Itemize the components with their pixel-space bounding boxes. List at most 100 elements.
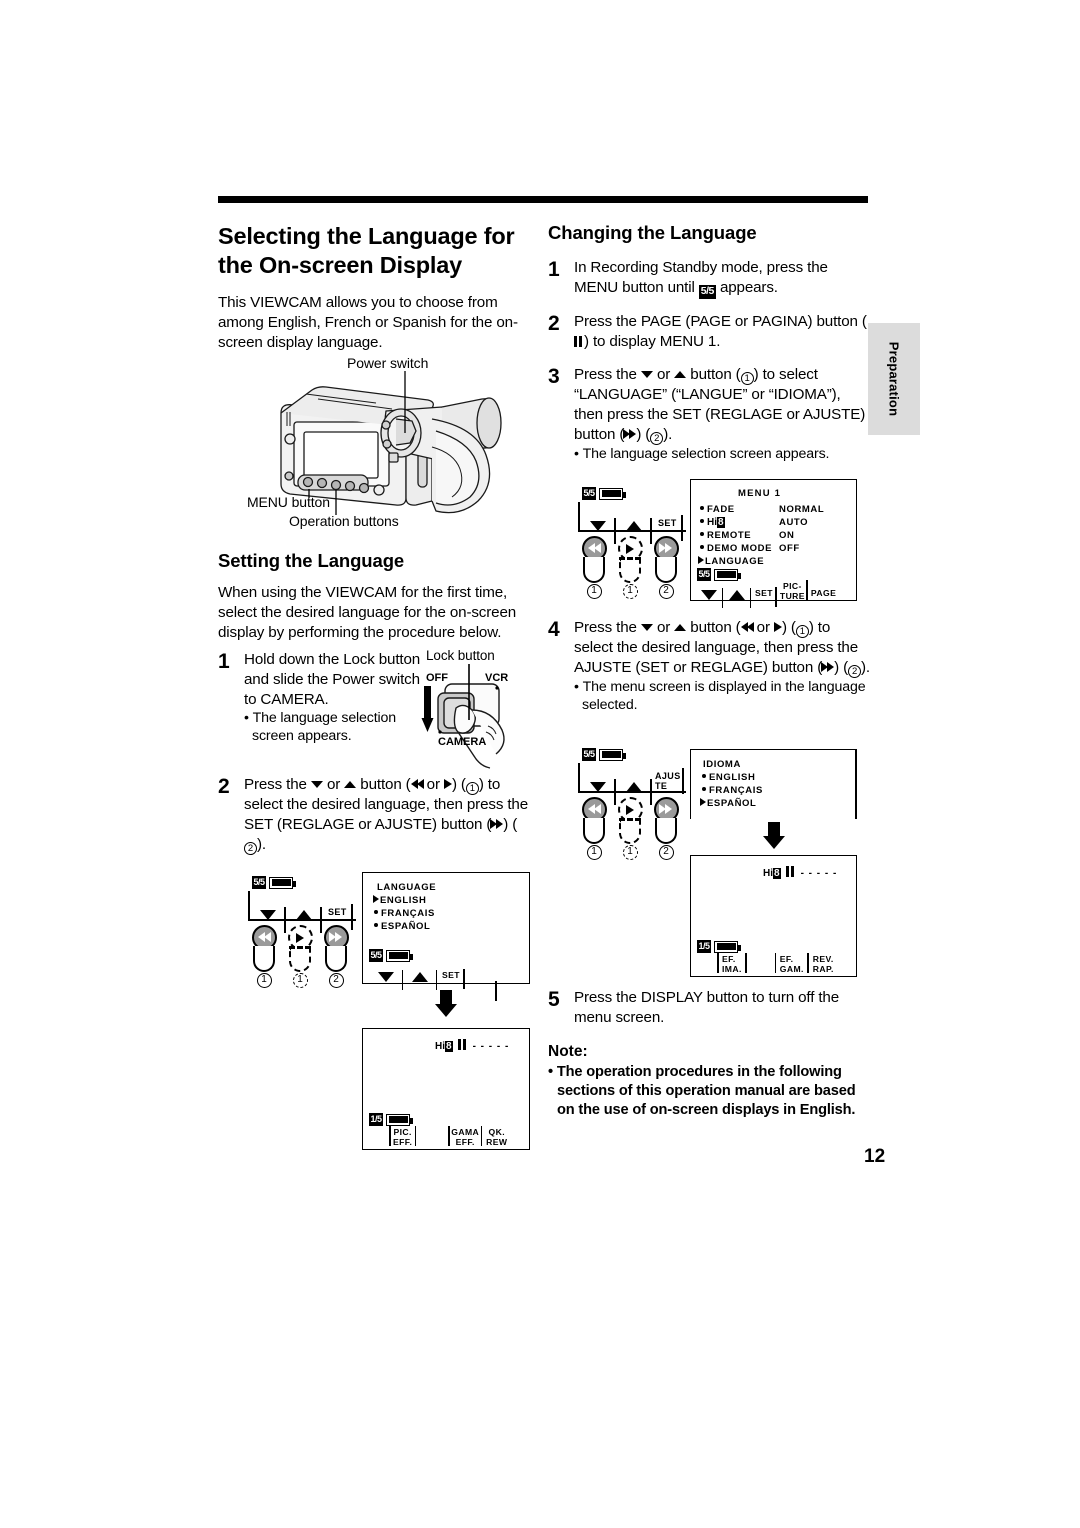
osd-value-hi8: AUTO <box>779 517 809 528</box>
softkey-gamma-effect[interactable]: GAMA EFF. <box>448 1126 482 1147</box>
softkey-picture[interactable]: PIC- TURE <box>777 580 808 601</box>
down-key[interactable] <box>580 779 616 805</box>
label-menu-button: MENU button <box>247 494 330 510</box>
page-fraction-badge: 5/5 <box>582 748 597 761</box>
label-lock-button: Lock button <box>426 648 495 663</box>
play-icon <box>773 622 782 632</box>
right-step-4: 4 Press the or button ( or ) (1) to sele… <box>548 618 870 714</box>
right-step-4-number: 4 <box>548 618 560 641</box>
osd-row-language[interactable]: LANGUAGE <box>698 556 764 567</box>
softkey-rebobinado-rapido[interactable]: REV. RAP. <box>809 954 838 974</box>
page-fraction-badge: 5/5 <box>698 284 716 299</box>
osd-option-espanol[interactable]: ESPAÑOL <box>373 921 430 932</box>
right-step-1-text: In Recording Standby mode, press the MEN… <box>574 259 828 299</box>
up-triangle-icon <box>674 624 687 631</box>
right-step-3-text: Press the or button (1) to select “LANGU… <box>574 366 866 445</box>
softkey-up[interactable] <box>403 970 437 990</box>
osd-option-english[interactable]: ENGLISH <box>701 772 755 783</box>
up-key[interactable] <box>286 907 322 933</box>
right-step-1-number: 1 <box>548 258 560 281</box>
header-rule <box>218 196 868 203</box>
right-step-5-number: 5 <box>548 988 560 1011</box>
section-title-changing: Changing the Language <box>548 222 757 243</box>
thumb-forward[interactable]: 2 <box>650 797 682 860</box>
page-number: 12 <box>864 1146 886 1167</box>
softkey-page[interactable]: PAGE <box>808 588 839 602</box>
softkey-up[interactable] <box>723 588 751 608</box>
right-step-2: 2 Press the PAGE (PAGE or PAGINA) button… <box>548 312 868 353</box>
set-widget-status: 5/5 <box>582 487 690 500</box>
down-key[interactable] <box>250 907 286 933</box>
softkey-down[interactable] <box>369 970 403 990</box>
osd-option-francais[interactable]: FRANÇAIS <box>373 908 435 919</box>
osd-standby-spanish: Hi8 - - - - - 1/5 EF. IMA. EF. GAM. REV. RA… <box>690 855 857 977</box>
osd-value-fade: NORMAL <box>779 504 825 515</box>
thumb-rewind[interactable]: 1 <box>578 797 610 860</box>
softkey-quick-rew[interactable]: QK. REW <box>482 1127 511 1147</box>
left-step-2: 2 Press the or button ( or ) (1) to sele… <box>218 775 530 855</box>
softkey-efecto-imagen[interactable]: EF. IMA. <box>717 953 747 974</box>
right-step-2-text: Press the PAGE (PAGE or PAGINA) button (… <box>574 312 868 353</box>
right-column: Changing the Language 1 In Recording Sta… <box>548 222 868 467</box>
flow-arrow-down <box>435 990 457 1017</box>
hi8-icon: Hi8 <box>435 1040 453 1052</box>
down-key[interactable] <box>580 518 616 544</box>
down-triangle-icon <box>640 624 653 631</box>
thumb-play[interactable]: 1 <box>284 925 316 988</box>
set-widget-keybar: SET <box>578 502 686 544</box>
camcorder-figure: Power switch MENU button Operation butto… <box>246 355 536 540</box>
set-widget-thumbs: 1 1 2 <box>578 536 686 599</box>
set-key[interactable]: SET <box>322 904 353 930</box>
osd-row-demo-mode[interactable]: DEMO MODE <box>699 543 772 554</box>
up-key[interactable] <box>616 779 652 805</box>
side-tab-label: Preparation <box>886 341 902 417</box>
set-control-widget-right: 5/5 SET 1 1 2 <box>578 487 686 599</box>
osd-softkey-bar: SET PIC- TURE PAGE <box>695 579 839 608</box>
label-power-switch: Power switch <box>347 355 429 371</box>
thumb-play[interactable]: 1 <box>614 797 646 860</box>
softkey-down[interactable] <box>695 588 723 608</box>
up-key[interactable] <box>616 518 652 544</box>
thumb-forward[interactable]: 2 <box>650 536 682 599</box>
circled-1-icon: 1 <box>465 782 479 795</box>
intro-paragraph: This VIEWCAM allows you to choose from a… <box>218 294 518 351</box>
osd-option-english[interactable]: ENGLISH <box>373 895 426 906</box>
thumb-number: 2 <box>658 845 674 860</box>
thumb-rewind[interactable]: 1 <box>248 925 280 988</box>
flow-arrow-down <box>763 822 785 849</box>
label-camera: CAMERA <box>438 736 487 748</box>
osd-softkey-bar: PIC. EFF. GAMA EFF. QK. REW <box>389 1125 511 1147</box>
softkey-set[interactable]: SET <box>437 968 465 988</box>
osd-value-demo-mode: OFF <box>779 543 800 554</box>
osd-row-hi8[interactable]: Hi8 <box>699 517 725 528</box>
thumb-play[interactable]: 1 <box>614 536 646 599</box>
left-step-1-text: Hold down the Lock button and slide the … <box>244 651 421 708</box>
note-block: Note: • The operation procedures in the … <box>548 1043 870 1120</box>
circled-2-icon: 2 <box>244 841 257 855</box>
softkey-set[interactable]: SET <box>751 586 777 606</box>
osd-row-remote[interactable]: REMOTE <box>699 530 751 541</box>
osd-option-espanol[interactable]: ESPAÑOL <box>700 798 756 809</box>
ajuste-control-widget: 5/5 AJUS TE 1 1 2 <box>578 748 686 860</box>
tape-dashes: - - - - - <box>800 867 838 879</box>
osd-option-francais[interactable]: FRANÇAIS <box>701 785 763 796</box>
thumb-rewind[interactable]: 1 <box>578 536 610 599</box>
softkey-efecto-gamma[interactable]: EF. GAM. <box>774 953 809 974</box>
osd-softkey-bar: EF. IMA. EF. GAM. REV. RAP. <box>717 952 838 974</box>
thumb-forward[interactable]: 2 <box>320 925 352 988</box>
thumb-number: 1 <box>622 584 638 599</box>
manual-page: Selecting the Language for the On-screen… <box>0 0 1080 1528</box>
osd-row-fade[interactable]: FADE <box>699 504 735 515</box>
down-triangle-icon <box>310 781 323 788</box>
play-icon <box>443 779 452 789</box>
ajuste-widget-status: 5/5 <box>582 748 690 761</box>
left-step-2-text: Press the or button ( or ) (1) to select… <box>244 776 528 855</box>
page-fraction-badge: 1/5 <box>369 1113 384 1126</box>
thumb-number: 1 <box>256 973 272 988</box>
ajuste-key[interactable]: AJUS TE <box>652 768 684 794</box>
osd-standby-top-indicators: Hi8 - - - - - <box>763 864 837 882</box>
set-key[interactable]: SET <box>652 515 683 541</box>
softkey-picture-effect[interactable]: PIC. EFF. <box>389 1126 417 1147</box>
right-step-5: 5 Press the DISPLAY button to turn off t… <box>548 988 870 1028</box>
right-step-3: 3 Press the or button (1) to select “LAN… <box>548 365 868 463</box>
